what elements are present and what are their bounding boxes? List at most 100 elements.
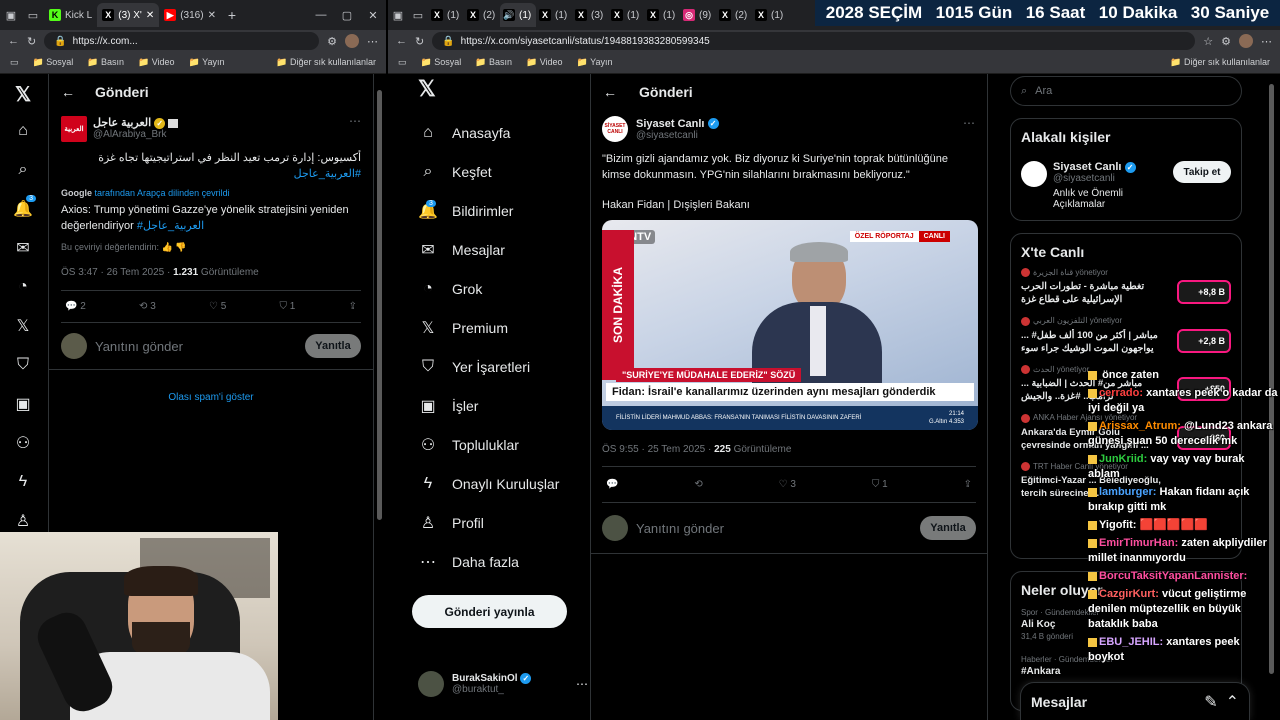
back-icon[interactable]: ← bbox=[8, 35, 19, 47]
new-tab-icon[interactable]: + bbox=[221, 7, 243, 23]
extension-icon[interactable]: ⚙ bbox=[327, 35, 337, 48]
bookmark-icon[interactable]: ⛉ bbox=[8, 350, 38, 380]
reply-submit-button[interactable]: Yanıtla bbox=[920, 516, 976, 540]
chat-username[interactable]: EmirTimurHan: bbox=[1099, 537, 1178, 549]
post-button[interactable]: Gönderi yayınla bbox=[412, 595, 567, 628]
share-icon[interactable]: ⇪ bbox=[964, 479, 972, 490]
repost-button[interactable]: ⟲ bbox=[694, 479, 702, 490]
search-icon[interactable]: ⌕ bbox=[8, 155, 38, 185]
chat-username[interactable]: EBU_JEHIL: bbox=[1099, 636, 1163, 648]
x-logo-icon[interactable]: 𝕏 bbox=[8, 76, 38, 112]
close-icon[interactable]: ✕ bbox=[208, 10, 216, 21]
bookmark-folder[interactable]: 📁 Basın bbox=[475, 57, 512, 68]
people-icon[interactable]: ⚇ bbox=[8, 428, 38, 458]
minimize-icon[interactable]: — bbox=[308, 9, 334, 21]
tab-x[interactable]: 🔊 (1) bbox=[500, 3, 536, 27]
nav-item-briefcase[interactable]: ▣ İşler bbox=[418, 386, 590, 425]
tab-x[interactable]: ◎ (9) bbox=[680, 3, 716, 27]
more-options-icon[interactable]: ⋯ bbox=[349, 114, 361, 128]
home-icon[interactable]: ⌂ bbox=[8, 116, 38, 146]
close-window-icon[interactable]: ✕ bbox=[360, 9, 386, 22]
bookmark-button[interactable]: ⛉ 1 bbox=[872, 479, 888, 490]
nav-item-lightning[interactable]: ϟ Onaylı Kuruluşlar bbox=[418, 464, 590, 503]
nav-item-person[interactable]: ♙ Profil bbox=[418, 503, 590, 542]
briefcase-icon[interactable]: ▣ bbox=[8, 389, 38, 419]
back-icon[interactable]: ← bbox=[396, 35, 407, 47]
chat-username[interactable]: Arissax_Atrum: bbox=[1099, 420, 1181, 432]
tab-x[interactable]: X (1) bbox=[536, 3, 572, 27]
bell-icon[interactable]: 🔔 3 bbox=[8, 194, 38, 224]
nav-item-search[interactable]: ⌕ Keşfet bbox=[418, 152, 590, 191]
reload-icon[interactable]: ↻ bbox=[27, 35, 36, 48]
tab-actions-icon[interactable]: ▭ bbox=[22, 9, 44, 22]
menu-dots-icon[interactable]: ⋯ bbox=[1261, 35, 1272, 48]
hashtag-link[interactable]: #العربية_عاجل bbox=[137, 220, 204, 232]
nav-item-x[interactable]: 𝕏 Premium bbox=[418, 308, 590, 347]
profile-icon[interactable] bbox=[1239, 34, 1253, 48]
tab-kick[interactable]: K Kick L bbox=[44, 3, 97, 27]
author-handle[interactable]: @AlArabiya_Brk bbox=[93, 129, 178, 140]
nav-item-bell[interactable]: 🔔 3 Bildirimler bbox=[418, 191, 590, 230]
bookmark-folder[interactable]: 📁 Sosyal bbox=[421, 57, 462, 68]
follow-button[interactable]: Takip et bbox=[1173, 161, 1231, 183]
bookmark-button[interactable]: ⛉ 1 bbox=[280, 301, 296, 312]
back-arrow-icon[interactable]: ← bbox=[603, 84, 617, 100]
like-button[interactable]: ♡ 3 bbox=[779, 479, 796, 490]
bookmark-folder[interactable]: 📁 Yayın bbox=[189, 57, 225, 68]
url-field[interactable]: 🔒 https://x.com/siyasetcanli/status/1948… bbox=[432, 32, 1196, 50]
tweet-video[interactable]: 1 NTV ÖZEL RÖPORTAJ CANLI SON DAKİKA "SU… bbox=[602, 220, 978, 430]
share-icon[interactable]: ⇪ bbox=[349, 301, 357, 312]
favorites-icon[interactable]: ☆ bbox=[1203, 35, 1213, 48]
maximize-icon[interactable]: ▢ bbox=[334, 9, 360, 22]
compose-message-icon[interactable]: ✎ bbox=[1204, 692, 1217, 712]
tab-x[interactable]: X (2) bbox=[716, 3, 752, 27]
avatar[interactable]: SİYASET CANLI bbox=[602, 116, 628, 142]
thumbs-up-icon[interactable]: 👍 bbox=[162, 242, 173, 252]
reply-button[interactable]: 💬 bbox=[606, 479, 618, 490]
reply-input[interactable]: Yanıtını gönder bbox=[95, 339, 297, 354]
menu-dots-icon[interactable]: ⋯ bbox=[367, 35, 378, 48]
close-icon[interactable]: ✕ bbox=[146, 10, 154, 21]
live-item[interactable]: قناة الجزيرة yönetiyor تغطية مباشرة - تطو… bbox=[1021, 268, 1231, 306]
nav-item-grok[interactable]: ◔ Grok bbox=[418, 269, 590, 308]
more-options-icon[interactable]: ⋯ bbox=[576, 677, 588, 691]
back-arrow-icon[interactable]: ← bbox=[61, 84, 75, 100]
nav-item-bookmark[interactable]: ⛉ Yer İşaretleri bbox=[418, 347, 590, 386]
other-bookmarks[interactable]: 📁 Diğer sık kullanılanlar bbox=[1170, 57, 1270, 68]
left-scrollbar[interactable] bbox=[377, 90, 382, 520]
bookmark-folder[interactable]: 📁 Video bbox=[526, 57, 563, 68]
nav-item-mail[interactable]: ✉ Mesajlar bbox=[418, 230, 590, 269]
tab-actions-icon[interactable]: ▭ bbox=[408, 9, 428, 22]
nav-item-home[interactable]: ⌂ Anasayfa bbox=[418, 113, 590, 152]
chevron-up-icon[interactable]: ⌃ bbox=[1226, 692, 1239, 712]
like-button[interactable]: ♡ 5 bbox=[209, 301, 226, 312]
author-name[interactable]: العربية عاجل bbox=[93, 117, 151, 129]
browser-menu-icon[interactable]: ▣ bbox=[0, 9, 22, 22]
tab-youtube[interactable]: ▶ (316) ✕ bbox=[159, 3, 221, 27]
repost-button[interactable]: ⟲ 3 bbox=[139, 301, 156, 312]
bookmark-folder[interactable]: 📁 Yayın bbox=[577, 57, 613, 68]
tab-x[interactable]: X (1) bbox=[428, 3, 464, 27]
live-item[interactable]: التلفزيون العربي yönetiyor مباشر | أكثر م… bbox=[1021, 316, 1231, 354]
show-spam-link[interactable]: Olası spam'i göster bbox=[49, 392, 373, 403]
nav-item-more[interactable]: ⋯ Daha fazla bbox=[418, 542, 590, 581]
more-options-icon[interactable]: ⋯ bbox=[963, 116, 975, 130]
lightning-icon[interactable]: ϟ bbox=[8, 467, 38, 497]
extension-icon[interactable]: ⚙ bbox=[1221, 35, 1231, 48]
nav-item-people[interactable]: ⚇ Topluluklar bbox=[418, 425, 590, 464]
avatar[interactable] bbox=[1021, 161, 1047, 187]
tweet-time[interactable]: ÖS 9:55 · 25 Tem 2025 · bbox=[602, 444, 711, 455]
account-switcher[interactable]: BurakSakinOl ✓ @buraktut_ ⋯ bbox=[418, 671, 588, 697]
search-box[interactable]: ⌕ Ara bbox=[1010, 76, 1242, 106]
url-field[interactable]: 🔒 https://x.com... bbox=[44, 32, 320, 50]
bookmark-folder[interactable]: 📁 Basın bbox=[87, 57, 124, 68]
hashtag-link[interactable]: #العربية_عاجل bbox=[294, 168, 361, 180]
tab-x[interactable]: X (1) bbox=[608, 3, 644, 27]
tab-x-active[interactable]: X (3) X' ✕ bbox=[97, 3, 160, 27]
author-name[interactable]: Siyaset Canlı bbox=[636, 118, 704, 130]
author-handle[interactable]: @siyasetcanli bbox=[636, 130, 719, 141]
avatar[interactable]: العربية bbox=[61, 116, 87, 142]
reply-button[interactable]: 💬 2 bbox=[65, 301, 86, 312]
bookmark-folder[interactable]: 📁 Sosyal bbox=[33, 57, 74, 68]
browser-menu-icon[interactable]: ▣ bbox=[388, 9, 408, 22]
